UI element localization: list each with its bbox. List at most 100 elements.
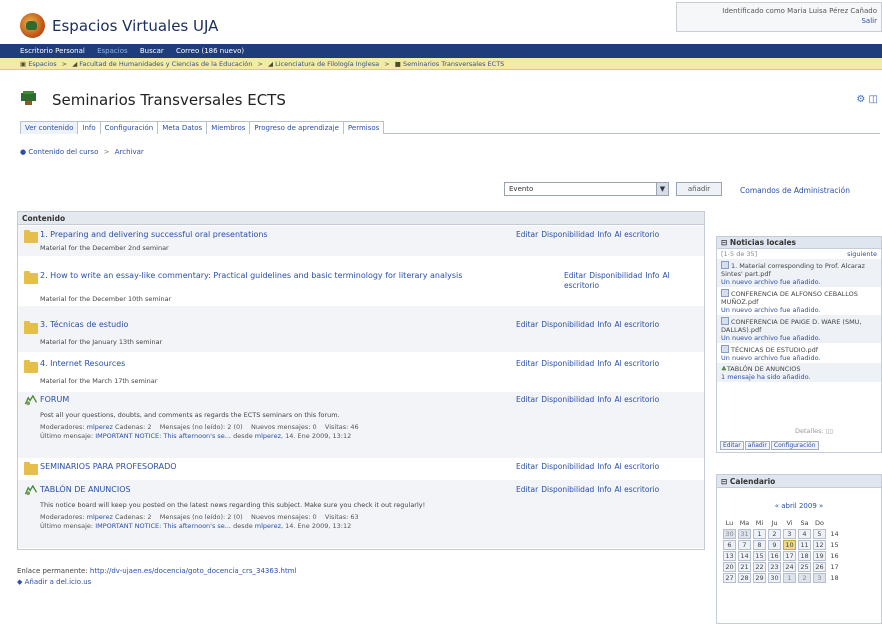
calendar-day[interactable]: 18 <box>798 551 811 561</box>
calendar-day[interactable]: 3 <box>813 573 826 583</box>
nav-desktop[interactable]: Escritorio Personal <box>20 47 85 55</box>
breadcrumb-course[interactable]: Seminarios Transversales ECTS <box>403 60 504 68</box>
to-desktop-link[interactable]: Al escritorio <box>615 230 660 239</box>
info-link[interactable]: Info <box>645 271 659 280</box>
edit-link[interactable]: Editar <box>516 359 538 368</box>
calendar-day[interactable]: 31 <box>738 529 751 539</box>
to-desktop-link[interactable]: Al escritorio <box>615 395 660 404</box>
calendar-day[interactable]: 25 <box>798 562 811 572</box>
rss-icon[interactable]: ⚙ <box>856 94 865 105</box>
availability-link[interactable]: Disponibilidad <box>541 485 594 494</box>
last-post-link[interactable]: IMPORTANT NOTICE: This afternoon's se... <box>95 432 231 440</box>
to-desktop-link[interactable]: Al escritorio <box>615 320 660 329</box>
tab-permissions[interactable]: Permisos <box>342 121 385 134</box>
news-add-button[interactable]: añadir <box>744 441 770 450</box>
collapse-icon[interactable]: ⊟ <box>721 477 727 486</box>
calendar-day[interactable]: 28 <box>738 573 751 583</box>
breadcrumb-degree[interactable]: Licenciatura de Filología Inglesa <box>275 60 379 68</box>
last-post-link[interactable]: IMPORTANT NOTICE: This afternoon's se... <box>95 522 231 530</box>
info-link[interactable]: Info <box>597 485 611 494</box>
news-item[interactable]: 1. Material corresponding to Prof. Alcar… <box>717 259 881 287</box>
edit-link[interactable]: Editar <box>564 271 586 280</box>
last-post-user[interactable]: mlperez <box>255 432 281 440</box>
detail-level-icon[interactable]: ▯▯ <box>826 427 833 435</box>
object-type-select[interactable]: Evento ▼ <box>504 182 669 196</box>
subnav-archive[interactable]: Archivar <box>115 148 144 156</box>
calendar-day[interactable]: 5 <box>813 529 826 539</box>
calendar-day[interactable]: 21 <box>738 562 751 572</box>
permalink-url[interactable]: http://dv-ujaen.es/docencia/goto_docenci… <box>90 567 297 575</box>
tab-members[interactable]: Miembros <box>206 121 251 134</box>
calendar-day[interactable]: 2 <box>768 529 781 539</box>
subnav-content[interactable]: Contenido del curso <box>28 148 98 156</box>
info-link[interactable]: Info <box>597 320 611 329</box>
bookmark-link[interactable]: ◆ Añadir a del.icio.us <box>17 578 91 586</box>
tab-settings[interactable]: Configuración <box>99 121 159 134</box>
news-item[interactable]: CONFERENCIA DE PAIGE D. WARE (SMU, DALLA… <box>717 315 881 343</box>
item-title[interactable]: 1. Preparing and delivering successful o… <box>40 230 268 239</box>
app-title[interactable]: Espacios Virtuales UJA <box>52 17 218 35</box>
to-desktop-link[interactable]: Al escritorio <box>615 359 660 368</box>
calendar-day[interactable]: 30 <box>768 573 781 583</box>
availability-link[interactable]: Disponibilidad <box>589 271 642 280</box>
calendar-day[interactable]: 15 <box>753 551 766 561</box>
calendar-day[interactable]: 6 <box>723 540 736 550</box>
calendar-day[interactable]: 8 <box>753 540 766 550</box>
calendar-day[interactable]: 13 <box>723 551 736 561</box>
add-button[interactable]: añadir <box>676 182 722 196</box>
nav-search[interactable]: Buscar <box>140 47 164 55</box>
news-item[interactable]: CONFERENCIA DE ALFONSO CEBALLOS MUÑOZ.pd… <box>717 287 881 315</box>
edit-link[interactable]: Editar <box>516 462 538 471</box>
info-link[interactable]: Info <box>597 395 611 404</box>
news-settings-button[interactable]: Configuración <box>770 441 819 450</box>
calendar-day[interactable]: 14 <box>738 551 751 561</box>
edit-link[interactable]: Editar <box>516 395 538 404</box>
calendar-day[interactable]: 9 <box>768 540 781 550</box>
calendar-day[interactable]: 17 <box>783 551 796 561</box>
calendar-day[interactable]: 16 <box>768 551 781 561</box>
moderator-link[interactable]: mlperez <box>87 423 113 431</box>
item-title[interactable]: SEMINARIOS PARA PROFESORADO <box>40 462 177 471</box>
last-post-user[interactable]: mlperez <box>255 522 281 530</box>
tab-learning-progress[interactable]: Progreso de aprendizaje <box>249 121 344 134</box>
calendar-day[interactable]: 1 <box>783 573 796 583</box>
calendar-day[interactable]: 3 <box>783 529 796 539</box>
availability-link[interactable]: Disponibilidad <box>541 320 594 329</box>
edit-link[interactable]: Editar <box>516 485 538 494</box>
news-edit-button[interactable]: Editar <box>720 441 744 450</box>
to-desktop-link[interactable]: Al escritorio <box>615 485 660 494</box>
calendar-day[interactable]: 22 <box>753 562 766 572</box>
to-desktop-link[interactable]: Al escritorio <box>615 462 660 471</box>
info-link[interactable]: Info <box>597 462 611 471</box>
chevron-down-icon[interactable]: ▼ <box>656 183 668 195</box>
news-detail-control[interactable]: Detalles: ▯▯ <box>795 427 833 435</box>
calendar-day[interactable]: 7 <box>738 540 751 550</box>
calendar-day[interactable]: 19 <box>813 551 826 561</box>
nav-mail[interactable]: Correo (186 nuevo) <box>176 47 244 55</box>
calendar-day[interactable]: 10 <box>783 540 796 550</box>
edit-link[interactable]: Editar <box>516 320 538 329</box>
collapse-icon[interactable]: ⊟ <box>721 238 727 247</box>
print-icon[interactable]: ◫ <box>869 94 878 105</box>
availability-link[interactable]: Disponibilidad <box>541 359 594 368</box>
availability-link[interactable]: Disponibilidad <box>541 230 594 239</box>
calendar-day[interactable]: 12 <box>813 540 826 550</box>
tab-metadata[interactable]: Meta Datos <box>157 121 208 134</box>
calendar-day[interactable]: 24 <box>783 562 796 572</box>
calendar-day[interactable]: 2 <box>798 573 811 583</box>
calendar-day[interactable]: 29 <box>753 573 766 583</box>
availability-link[interactable]: Disponibilidad <box>541 462 594 471</box>
calendar-day[interactable]: 4 <box>798 529 811 539</box>
admin-commands-link[interactable]: Comandos de Administración <box>740 186 850 195</box>
news-item[interactable]: ♣TABLÓN DE ANUNCIOS 1 mensaje ha sido añ… <box>717 363 881 382</box>
info-link[interactable]: Info <box>597 230 611 239</box>
calendar-day[interactable]: 23 <box>768 562 781 572</box>
nav-spaces[interactable]: Espacios <box>97 47 128 55</box>
tab-view-content[interactable]: Ver contenido <box>20 121 79 134</box>
calendar-day[interactable]: 11 <box>798 540 811 550</box>
calendar-day[interactable]: 27 <box>723 573 736 583</box>
breadcrumb-faculty[interactable]: Facultad de Humanidades y Ciencias de la… <box>79 60 252 68</box>
logout-link[interactable]: Salir <box>861 17 877 25</box>
item-title[interactable]: FORUM <box>40 395 69 404</box>
news-item[interactable]: TÉCNICAS DE ESTUDIO.pdf Un nuevo archivo… <box>717 343 881 363</box>
